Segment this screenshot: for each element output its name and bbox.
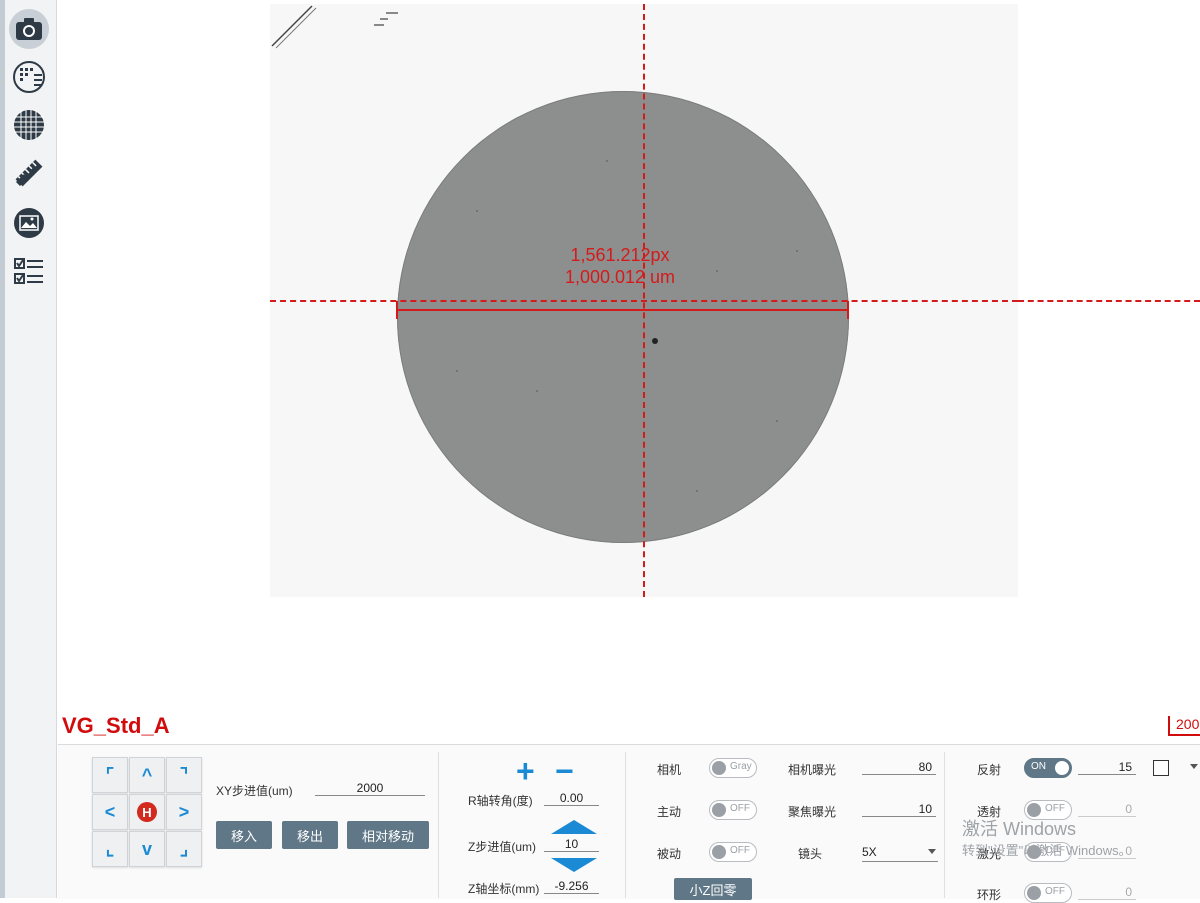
camera-exposure-input[interactable]: 80 [862, 760, 936, 775]
lens-label: 镜头 [798, 847, 823, 861]
home-icon: H [137, 802, 157, 822]
z-down-button[interactable] [551, 858, 597, 872]
reflect-label: 反射 [977, 763, 1002, 777]
jog-home-button[interactable]: H [129, 794, 165, 830]
crosshair-horizontal [270, 300, 1018, 302]
recipe-name: VG_Std_A [62, 713, 170, 738]
jog-right-button[interactable]: > [166, 794, 202, 830]
jog-up-right-button[interactable]: ⌝ [166, 757, 202, 793]
chevron-down-icon [1190, 764, 1198, 769]
measured-circle [397, 91, 849, 543]
transmit-intensity-input[interactable]: 0 [1078, 802, 1136, 817]
corner-down-right-icon: ⌟ [179, 838, 189, 859]
corner-up-right-icon: ⌝ [179, 764, 189, 785]
reflect-toggle[interactable]: ON [1024, 758, 1072, 778]
small-z-zero-button[interactable]: 小Z回零 [674, 878, 752, 900]
r-plus-button[interactable]: + [516, 755, 535, 787]
z-step-label: Z步进值(um) [468, 840, 536, 854]
camera-toggle[interactable]: Gray [709, 758, 757, 778]
jog-down-right-button[interactable]: ⌟ [166, 831, 202, 867]
ruler-tools-icon[interactable] [9, 153, 49, 193]
jog-left-button[interactable]: < [92, 794, 128, 830]
jog-up-left-button[interactable]: ⌜ [92, 757, 128, 793]
active-toggle[interactable]: OFF [709, 800, 757, 820]
chevron-right-icon: > [178, 801, 190, 822]
scale-bar: 200 [1168, 716, 1200, 736]
ring-label: 环形 [977, 888, 1002, 902]
measurement-tick-right [847, 301, 849, 319]
panel-separator [625, 752, 626, 898]
z-up-button[interactable] [551, 820, 597, 834]
reflect-select[interactable] [1176, 760, 1200, 776]
panel-separator [944, 752, 945, 898]
chevron-left-icon: < [104, 801, 116, 822]
measurement-line [397, 309, 849, 311]
measurement-um: 1,000.012 um [564, 267, 676, 287]
activation-watermark-subtitle: 转到"设置"以激活 Windows。 [962, 843, 1132, 858]
checklist-icon[interactable] [9, 252, 49, 292]
camera-exposure-label: 相机曝光 [788, 763, 837, 777]
active-label: 主动 [657, 805, 682, 819]
crosshair-horizontal-ext [1018, 300, 1200, 302]
r-angle-label: R轴转角(度) [468, 794, 533, 808]
ring-toggle[interactable]: OFF [1024, 883, 1072, 903]
jog-down-left-button[interactable]: ⌞ [92, 831, 128, 867]
wafer-map-icon[interactable] [9, 57, 49, 97]
focus-exposure-input[interactable]: 10 [862, 802, 936, 817]
lens-select[interactable]: 5X [862, 845, 938, 862]
chevron-up-icon: ^ [141, 764, 153, 785]
focus-exposure-label: 聚焦曝光 [788, 805, 837, 819]
move-out-button[interactable]: 移出 [282, 821, 338, 849]
z-step-input[interactable]: 10 [544, 837, 599, 852]
z-coord-label: Z轴坐标(mm) [468, 882, 540, 896]
passive-toggle-text: OFF [730, 845, 750, 856]
camera-icon[interactable] [9, 9, 49, 49]
r-angle-input[interactable]: 0.00 [544, 791, 599, 806]
chevron-down-icon: v [141, 838, 152, 859]
lens-select-value: 5X [862, 845, 877, 859]
jog-down-button[interactable]: v [129, 831, 165, 867]
passive-label: 被动 [657, 847, 682, 861]
relative-move-button[interactable]: 相对移动 [347, 821, 429, 849]
camera-toggle-text: Gray [730, 761, 752, 772]
passive-toggle[interactable]: OFF [709, 842, 757, 862]
active-toggle-text: OFF [730, 803, 750, 814]
z-coord-value: -9.256 [544, 879, 599, 894]
reflect-intensity-input[interactable]: 15 [1078, 760, 1136, 775]
toolbar-edge [0, 0, 5, 898]
reflect-checkbox[interactable] [1153, 760, 1169, 776]
measurement-px: 1,561.212px [570, 245, 670, 265]
corner-up-left-icon: ⌜ [105, 764, 115, 785]
r-minus-button[interactable]: − [555, 755, 574, 787]
xy-step-label: XY步进值(um) [216, 784, 293, 798]
transmit-toggle-text: OFF [1045, 803, 1065, 814]
image-gallery-icon[interactable] [9, 203, 49, 243]
camera-label: 相机 [657, 763, 682, 777]
reflect-toggle-text: ON [1031, 761, 1046, 772]
activation-watermark-title: 激活 Windows [962, 819, 1077, 839]
panel-separator [438, 752, 439, 898]
chevron-down-icon [928, 849, 936, 854]
ring-toggle-text: OFF [1045, 886, 1065, 897]
jog-pad: ⌜ ^ ⌝ < H > ⌞ v ⌟ [92, 757, 202, 869]
measurement-tick-left [396, 301, 398, 319]
corner-down-left-icon: ⌞ [105, 838, 115, 859]
jog-up-button[interactable]: ^ [129, 757, 165, 793]
grid-icon[interactable] [9, 105, 49, 145]
left-toolbar [0, 0, 57, 898]
xy-step-input[interactable]: 2000 [315, 781, 425, 796]
move-in-button[interactable]: 移入 [216, 821, 272, 849]
